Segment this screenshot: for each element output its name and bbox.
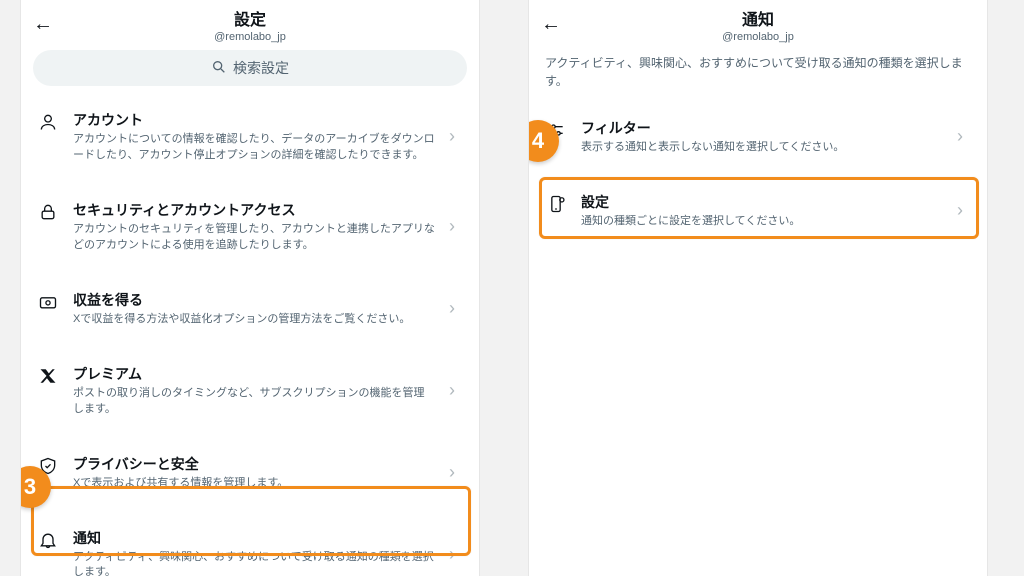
chevron-right-icon: ›: [449, 298, 463, 319]
notif-list: フィルター 表示する通知と表示しない通知を選択してください。 › 設定 通知の種…: [529, 104, 987, 244]
row-title: 設定: [581, 192, 943, 212]
row-notifications[interactable]: 通知 アクティビティ、興味関心、おすすめについて受け取る通知の種類を選択します。…: [21, 514, 479, 576]
page-intro: アクティビティ、興味関心、おすすめについて受け取る通知の種類を選択します。: [529, 44, 987, 104]
row-title: プライバシーと安全: [73, 454, 435, 474]
row-privacy[interactable]: プライバシーと安全 Xで表示および共有する情報を管理します。 ›: [21, 440, 479, 506]
settings-list: アカウント アカウントについての情報を確認したり、データのアーカイブをダウンロー…: [21, 96, 479, 576]
search-input[interactable]: 検索設定: [33, 50, 467, 86]
device-icon: [545, 193, 567, 215]
row-preferences[interactable]: 設定 通知の種類ごとに設定を選択してください。 ›: [529, 178, 987, 244]
row-desc: Xで表示および共有する情報を管理します。: [73, 476, 435, 492]
page-title: 通知: [569, 6, 947, 30]
row-desc: 通知の種類ごとに設定を選択してください。: [581, 214, 943, 230]
row-monetization[interactable]: 収益を得る Xで収益を得る方法や収益化オプションの管理方法をご覧ください。 ›: [21, 276, 479, 342]
row-desc: アカウントについての情報を確認したり、データのアーカイブをダウンロードしたり、ア…: [73, 132, 435, 164]
search-icon: [211, 59, 227, 78]
money-icon: [37, 291, 59, 313]
chevron-right-icon: ›: [449, 126, 463, 147]
x-logo-icon: [37, 365, 59, 387]
row-title: プレミアム: [73, 364, 435, 384]
row-title: 通知: [73, 528, 435, 548]
chevron-right-icon: ›: [449, 544, 463, 565]
pane-header: ← 通知 @remolabo_jp: [529, 0, 987, 44]
page-title: 設定: [61, 6, 439, 30]
row-desc: 表示する通知と表示しない通知を選択してください。: [581, 140, 943, 156]
chevron-right-icon: ›: [449, 462, 463, 483]
row-filter[interactable]: フィルター 表示する通知と表示しない通知を選択してください。 ›: [529, 104, 987, 170]
person-icon: [37, 111, 59, 133]
row-security[interactable]: セキュリティとアカウントアクセス アカウントのセキュリティを管理したり、アカウン…: [21, 186, 479, 268]
row-desc: Xで収益を得る方法や収益化オプションの管理方法をご覧ください。: [73, 312, 435, 328]
chevron-right-icon: ›: [957, 200, 971, 221]
row-title: フィルター: [581, 118, 943, 138]
row-account[interactable]: アカウント アカウントについての情報を確認したり、データのアーカイブをダウンロー…: [21, 96, 479, 178]
settings-pane: ← 設定 @remolabo_jp 検索設定 アカウント アカウントについての情…: [20, 0, 480, 576]
chevron-right-icon: ›: [957, 126, 971, 147]
chevron-right-icon: ›: [449, 216, 463, 237]
row-title: セキュリティとアカウントアクセス: [73, 200, 435, 220]
search-wrap: 検索設定: [21, 44, 479, 96]
back-button[interactable]: ←: [541, 13, 569, 36]
notifications-pane: ← 通知 @remolabo_jp アクティビティ、興味関心、おすすめについて受…: [528, 0, 988, 576]
row-premium[interactable]: プレミアム ポストの取り消しのタイミングなど、サブスクリプションの機能を管理しま…: [21, 350, 479, 432]
search-placeholder: 検索設定: [233, 58, 289, 78]
chevron-right-icon: ›: [449, 380, 463, 401]
bell-icon: [37, 529, 59, 551]
row-desc: ポストの取り消しのタイミングなど、サブスクリプションの機能を管理します。: [73, 386, 435, 418]
pane-header: ← 設定 @remolabo_jp: [21, 0, 479, 44]
back-button[interactable]: ←: [33, 13, 61, 36]
row-desc: アクティビティ、興味関心、おすすめについて受け取る通知の種類を選択します。: [73, 550, 435, 576]
row-desc: アカウントのセキュリティを管理したり、アカウントと連携したアプリなどのアカウント…: [73, 222, 435, 254]
row-title: 収益を得る: [73, 290, 435, 310]
page-subtitle: @remolabo_jp: [569, 31, 947, 43]
page-subtitle: @remolabo_jp: [61, 31, 439, 43]
row-title: アカウント: [73, 110, 435, 130]
lock-icon: [37, 201, 59, 223]
